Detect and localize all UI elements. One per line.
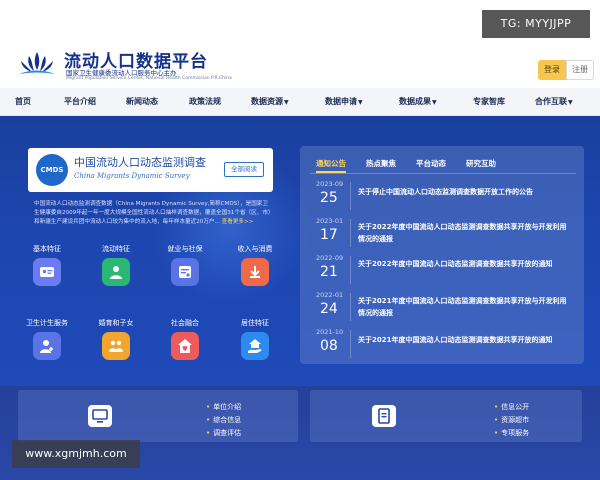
tab-notices[interactable]: 通知公告 — [316, 158, 346, 169]
id-card-icon — [33, 258, 61, 286]
chevron-down-icon: ▼ — [568, 99, 573, 106]
tab-divider — [310, 173, 576, 174]
watermark-bottom: www.xgmjmh.com — [12, 440, 140, 468]
document-icon — [171, 258, 199, 286]
chevron-down-icon: ▼ — [432, 99, 437, 106]
chevron-down-icon: ▼ — [284, 99, 289, 106]
category-mobility[interactable]: 流动特征 — [86, 244, 146, 294]
cmds-description: 中国流动人口动态监测调查数据（China Migrants Dynamic Su… — [34, 201, 271, 225]
nav-item-news[interactable]: 新闻动态 — [126, 88, 158, 116]
nav-item-data-resources[interactable]: 数据资源▼ — [251, 88, 289, 116]
nav-item-home[interactable]: 首页 — [15, 88, 31, 116]
site-subtitle-en: Migrant Population Service Center, Natio… — [66, 76, 232, 81]
link-general-info[interactable]: • 综合信息 — [206, 415, 241, 425]
register-button[interactable]: 注册 — [566, 60, 594, 80]
category-marriage[interactable]: 婚育和子女 — [86, 318, 146, 368]
login-button[interactable]: 登录 — [538, 60, 566, 80]
nav-item-data-application[interactable]: 数据申请▼ — [325, 88, 363, 116]
category-employment[interactable]: 就业与社保 — [155, 244, 215, 294]
logo-icon — [19, 52, 55, 74]
cmds-card[interactable]: CMDS 中国流动人口动态监测调查 China Migrants Dynamic… — [28, 148, 273, 192]
download-coin-icon — [241, 258, 269, 286]
nav-item-experts[interactable]: 专家智库 — [473, 88, 505, 116]
watermark-top: TG: MYYJJPP — [482, 10, 590, 38]
main-nav: 首页 平台介绍 新闻动态 政策法规 数据资源▼ 数据申请▼ 数据成果▼ 专家智库… — [0, 88, 600, 116]
category-basic[interactable]: 基本特征 — [17, 244, 77, 294]
link-special-services[interactable]: • 专项服务 — [494, 428, 529, 438]
nav-item-platform-intro[interactable]: 平台介绍 — [64, 88, 96, 116]
category-housing[interactable]: 居住特征 — [225, 318, 285, 368]
clipboard-icon — [372, 405, 396, 427]
list-item[interactable]: 2022-01 24 关于2021年度中国流动人口动态监测调查数据共享开放与开发… — [310, 291, 576, 325]
people-icon — [102, 258, 130, 286]
list-item[interactable]: 2023-09 25 关于停止中国流动人口动态监测调查数据开放工作的公告 — [310, 180, 576, 214]
chevron-down-icon: ▼ — [358, 99, 363, 106]
category-income[interactable]: 收入与消费 — [225, 244, 285, 294]
read-all-button[interactable]: 全部阅读 — [224, 162, 264, 177]
tab-hotspots[interactable]: 热点聚焦 — [366, 158, 396, 169]
nav-item-cooperation[interactable]: 合作互联▼ — [535, 88, 573, 116]
family-icon — [102, 332, 130, 360]
cmds-title: 中国流动人口动态监测调查 — [74, 156, 206, 169]
link-resource-market[interactable]: • 资源超市 — [494, 415, 529, 425]
list-item[interactable]: 2023-01 17 关于2022年度中国流动人口动态监测调查数据共享开放与开发… — [310, 217, 576, 251]
link-unit-intro[interactable]: • 单位介绍 — [206, 402, 241, 412]
link-info-disclosure[interactable]: • 信息公开 — [494, 402, 529, 412]
nav-item-data-results[interactable]: 数据成果▼ — [399, 88, 437, 116]
page: 流动人口数据平台 国家卫生健康委流动人口服务中心主办 Migrant Popul… — [0, 0, 600, 480]
house-hand-icon — [241, 332, 269, 360]
cmds-title-en: China Migrants Dynamic Survey — [74, 172, 190, 180]
view-more-link[interactable]: 查看更多>> — [222, 219, 254, 225]
health-person-icon — [33, 332, 61, 360]
services-card-right — [310, 390, 582, 442]
nav-item-policy[interactable]: 政策法规 — [189, 88, 221, 116]
tab-research[interactable]: 研究互助 — [466, 158, 496, 169]
cmds-logo: CMDS — [36, 154, 68, 186]
link-survey-eval[interactable]: • 调查评估 — [206, 428, 241, 438]
monitor-icon — [88, 405, 112, 427]
category-health[interactable]: 卫生计生服务 — [17, 318, 77, 368]
category-integration[interactable]: 社会融合 — [155, 318, 215, 368]
services-card-left — [18, 390, 298, 442]
home-heart-icon — [171, 332, 199, 360]
list-item[interactable]: 2021-10 08 关于2021年度中国流动人口动态监测调查数据共享开放的通知 — [310, 328, 576, 362]
list-item[interactable]: 2022-09 21 关于2022年度中国流动人口动态监测调查数据共享开放的通知 — [310, 254, 576, 288]
tab-platform-news[interactable]: 平台动态 — [416, 158, 446, 169]
